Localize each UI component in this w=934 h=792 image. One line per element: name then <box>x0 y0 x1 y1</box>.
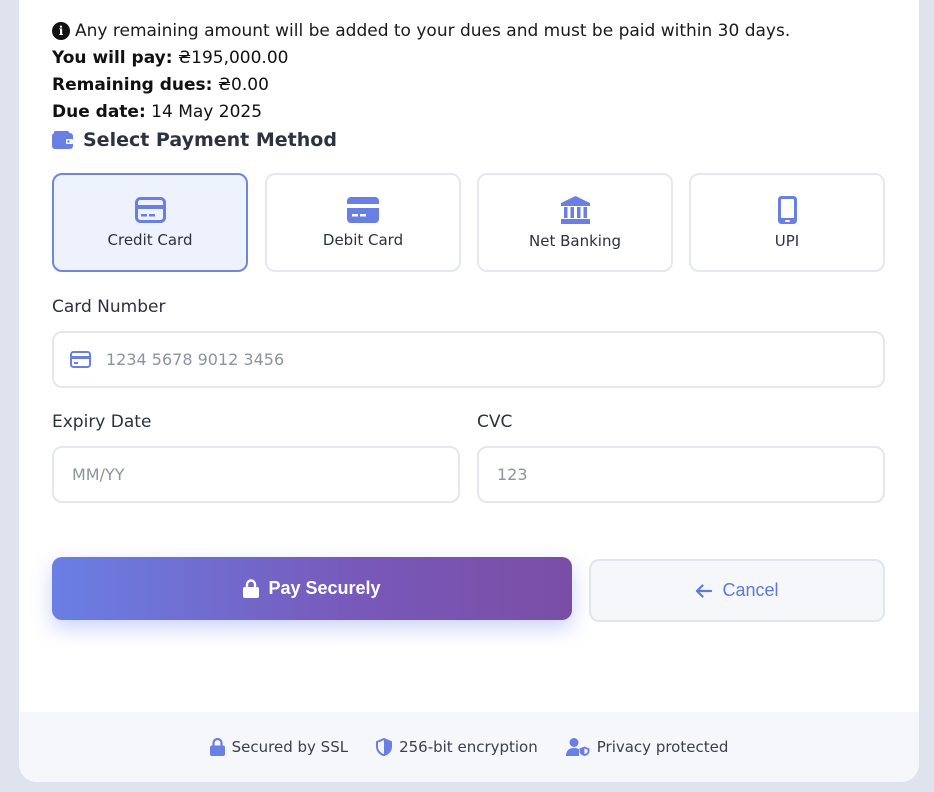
user-shield-icon <box>565 738 590 756</box>
credit-card-icon <box>134 196 166 223</box>
card-number-input[interactable] <box>106 350 883 369</box>
encryption-text: 256-bit encryption <box>399 738 538 756</box>
remaining-dues-row: Remaining dues: ₴0.00 <box>52 75 269 95</box>
card-icon <box>70 351 91 368</box>
lock-icon <box>209 738 225 756</box>
due-date-label: Due date: <box>52 102 146 122</box>
privacy-text: Privacy protected <box>596 738 729 756</box>
cancel-button[interactable]: Cancel <box>589 559 885 622</box>
card-number-field[interactable] <box>52 331 885 388</box>
ssl-text: Secured by SSL <box>231 738 349 756</box>
dues-notice: i Any remaining amount will be added to … <box>52 21 790 41</box>
bank-icon <box>560 195 590 224</box>
shield-icon <box>376 738 393 756</box>
remaining-dues-label: Remaining dues: <box>52 75 213 95</box>
debit-card-icon <box>347 196 379 223</box>
wallet-icon <box>52 131 73 149</box>
method-debit-card[interactable]: Debit Card <box>265 173 461 272</box>
pay-amount-value: ₴195,000.00 <box>177 48 289 68</box>
payment-card: i Any remaining amount will be added to … <box>19 0 919 782</box>
method-label: Credit Card <box>107 230 193 249</box>
pay-securely-label: Pay Securely <box>268 578 381 598</box>
cancel-label: Cancel <box>722 580 779 600</box>
pay-amount-row: You will pay: ₴195,000.00 <box>52 48 288 68</box>
expiry-date-input[interactable] <box>72 465 458 484</box>
method-upi[interactable]: UPI <box>689 173 885 272</box>
method-label: Net Banking <box>529 231 621 250</box>
method-net-banking[interactable]: Net Banking <box>477 173 673 272</box>
method-label: UPI <box>774 231 800 250</box>
ssl-badge: Secured by SSL <box>209 738 349 756</box>
expiry-date-field[interactable] <box>52 446 460 503</box>
cvc-input[interactable] <box>497 465 883 484</box>
card-number-label: Card Number <box>52 297 166 317</box>
due-date-row: Due date: 14 May 2025 <box>52 102 262 122</box>
cvc-label: CVC <box>477 412 513 432</box>
payment-method-heading: Select Payment Method <box>52 129 337 151</box>
expiry-date-label: Expiry Date <box>52 412 152 432</box>
encryption-badge: 256-bit encryption <box>376 738 538 756</box>
due-date-value: 14 May 2025 <box>151 102 263 122</box>
mobile-icon <box>777 195 797 224</box>
pay-amount-label: You will pay: <box>52 48 173 68</box>
method-credit-card[interactable]: Credit Card <box>52 173 248 272</box>
privacy-badge: Privacy protected <box>565 738 729 756</box>
payment-method-title: Select Payment Method <box>83 129 337 151</box>
cvc-field[interactable] <box>477 446 885 503</box>
method-label: Debit Card <box>322 230 404 249</box>
lock-icon <box>243 579 260 598</box>
info-icon: i <box>52 22 70 40</box>
pay-securely-button[interactable]: Pay Securely <box>52 557 572 620</box>
arrow-left-icon <box>696 583 713 598</box>
security-footer: Secured by SSL 256-bit encryption Privac… <box>19 712 919 782</box>
dues-notice-text: Any remaining amount will be added to yo… <box>75 21 791 41</box>
remaining-dues-value: ₴0.00 <box>217 75 269 95</box>
